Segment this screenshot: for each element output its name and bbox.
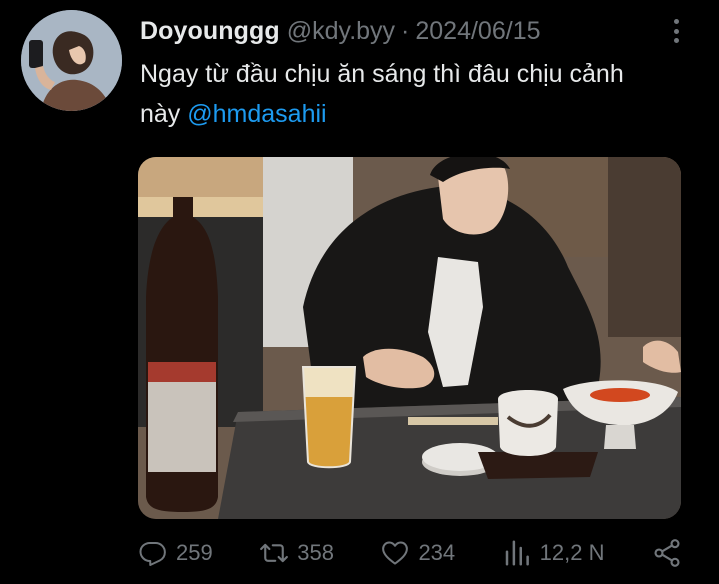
mention-link[interactable]: @hmdasahii xyxy=(187,100,326,128)
more-vertical-icon[interactable] xyxy=(666,16,686,46)
analytics-icon xyxy=(505,540,529,566)
avatar-photo xyxy=(21,10,122,111)
retweet-icon xyxy=(260,543,289,563)
separator-dot: · xyxy=(401,16,410,45)
tweet-actions: 259 358 234 12,2 N xyxy=(138,533,683,573)
share-icon xyxy=(654,539,680,567)
tweet-text: Ngay từ đầu chịu ăn sáng thì đâu chịu cả… xyxy=(140,54,700,134)
tweet-header: Doyounggg @kdy.byy · 2024/06/15 xyxy=(140,14,541,48)
like-count: 234 xyxy=(418,540,456,565)
reply-button[interactable]: 259 xyxy=(138,538,213,568)
share-button[interactable] xyxy=(651,537,683,569)
photo-illustration xyxy=(138,157,681,519)
retweet-count: 358 xyxy=(297,540,334,565)
tweet-text-word: này xyxy=(140,100,181,128)
heart-icon xyxy=(382,541,409,565)
tweet-media-photo[interactable] xyxy=(138,157,681,519)
user-handle[interactable]: @kdy.byy xyxy=(287,17,395,46)
tweet-text-line: này @hmdasahii xyxy=(140,94,700,134)
tweet-date[interactable]: 2024/06/15 xyxy=(415,17,540,46)
reply-count: 259 xyxy=(176,540,213,565)
tweet-text-line: Ngay từ đầu chịu ăn sáng thì đâu chịu cả… xyxy=(140,60,624,88)
display-name[interactable]: Doyounggg xyxy=(140,17,280,46)
like-button[interactable]: 234 xyxy=(380,538,455,568)
avatar[interactable] xyxy=(21,10,122,111)
reply-icon xyxy=(139,542,166,566)
views-count: 12,2 N xyxy=(539,540,605,565)
views-button[interactable]: 12,2 N xyxy=(502,538,605,568)
retweet-button[interactable]: 358 xyxy=(259,538,334,568)
